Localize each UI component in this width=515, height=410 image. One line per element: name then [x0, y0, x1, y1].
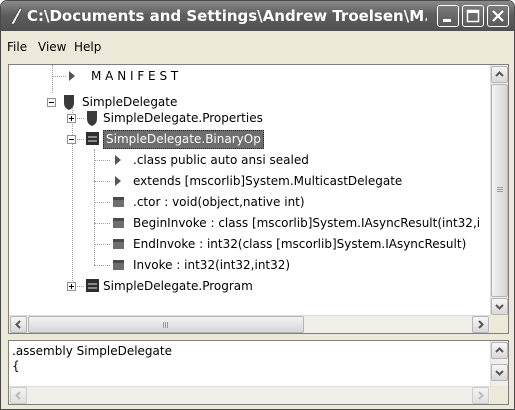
title-bar[interactable]: C:\Documents and Settings\Andrew Troelse… — [1, 1, 514, 31]
tree-node-label: extends [mscorlib]System.MulticastDelega… — [133, 174, 403, 188]
tree-node-class-attrs[interactable]: .class public auto ansi sealed — [9, 150, 489, 170]
info-arrow-icon — [115, 155, 121, 165]
menu-help[interactable]: Help — [74, 40, 101, 54]
manifest-arrow-icon — [69, 71, 75, 81]
scroll-right-button[interactable] — [472, 387, 489, 404]
tree-node-program[interactable]: SimpleDelegate.Program — [9, 276, 489, 296]
scroll-left-button[interactable] — [10, 316, 27, 333]
tree-node-invoke[interactable]: Invoke : int32(int32,int32) — [9, 255, 489, 275]
window-title: C:\Documents and Settings\Andrew Troelse… — [27, 7, 427, 25]
close-icon — [492, 10, 504, 22]
collapse-toggle[interactable] — [47, 98, 56, 107]
maximize-button[interactable] — [462, 5, 484, 27]
chevron-up-icon — [495, 347, 504, 353]
tree-content: M A N I F E S T SimpleDelegate SimpleDel… — [9, 65, 491, 317]
code-vertical-scrollbar[interactable] — [490, 341, 508, 387]
tree-node-label: SimpleDelegate.Program — [103, 279, 253, 293]
tree-node-manifest[interactable]: M A N I F E S T — [9, 66, 489, 86]
chevron-down-icon — [495, 370, 504, 376]
tree-node-endinvoke[interactable]: EndInvoke : int32(class [mscorlib]System… — [9, 234, 489, 254]
scroll-left-button[interactable] — [10, 387, 27, 404]
tree-node-label: .ctor : void(object,native int) — [133, 195, 305, 209]
method-icon — [113, 260, 124, 270]
scroll-down-button[interactable] — [491, 298, 508, 315]
tree-node-label: SimpleDelegate.Properties — [103, 111, 263, 125]
class-icon — [86, 132, 99, 145]
namespace-shield-icon — [87, 111, 97, 126]
expand-toggle[interactable] — [67, 114, 76, 123]
method-icon — [113, 239, 124, 249]
menu-file[interactable]: File — [7, 40, 27, 54]
scroll-thumb[interactable] — [28, 316, 304, 333]
scroll-up-button[interactable] — [491, 342, 508, 359]
tree-node-begininvoke[interactable]: BeginInvoke : class [mscorlib]System.IAs… — [9, 213, 489, 233]
chevron-left-icon — [15, 391, 21, 400]
tree-node-properties[interactable]: SimpleDelegate.Properties — [9, 108, 489, 128]
ildasm-window: C:\Documents and Settings\Andrew Troelse… — [0, 0, 515, 410]
tree-node-label: Invoke : int32(int32,int32) — [133, 258, 291, 272]
close-button[interactable] — [487, 5, 509, 27]
menu-bar: File View Help — [1, 37, 514, 59]
code-line: { — [12, 359, 20, 373]
tree-view[interactable]: M A N I F E S T SimpleDelegate SimpleDel… — [8, 64, 509, 334]
tree-node-extends[interactable]: extends [mscorlib]System.MulticastDelega… — [9, 171, 489, 191]
scroll-down-button[interactable] — [491, 364, 508, 381]
chevron-down-icon — [495, 304, 504, 310]
minimize-icon — [443, 19, 451, 22]
menu-view[interactable]: View — [38, 40, 66, 54]
code-line: .assembly SimpleDelegate — [12, 344, 172, 358]
scroll-right-button[interactable] — [472, 316, 489, 333]
tree-vertical-scrollbar[interactable] — [490, 65, 508, 317]
tree-node-label: .class public auto ansi sealed — [133, 153, 309, 167]
code-horizontal-scrollbar[interactable] — [9, 386, 491, 404]
tree-node-label: BeginInvoke : class [mscorlib]System.IAs… — [133, 216, 481, 230]
tree-node-label: EndInvoke : int32(class [mscorlib]System… — [133, 237, 467, 251]
chevron-up-icon — [495, 71, 504, 77]
chevron-right-icon — [478, 320, 484, 329]
tree-node-label-selected: SimpleDelegate.BinaryOp — [103, 130, 264, 149]
method-icon — [113, 218, 124, 228]
minimize-button[interactable] — [437, 5, 459, 27]
scroll-corner — [490, 315, 508, 333]
scroll-corner — [490, 386, 508, 404]
method-icon — [113, 197, 124, 207]
scroll-thumb[interactable] — [491, 84, 508, 297]
class-icon — [86, 279, 99, 292]
collapse-toggle[interactable] — [67, 135, 76, 144]
tree-node-label: M A N I F E S T — [91, 69, 179, 83]
maximize-icon — [466, 9, 480, 23]
scroll-up-button[interactable] — [491, 66, 508, 83]
tree-horizontal-scrollbar[interactable] — [9, 315, 491, 333]
chevron-left-icon — [15, 320, 21, 329]
info-arrow-icon — [115, 176, 121, 186]
expand-toggle[interactable] — [67, 282, 76, 291]
tree-node-binaryop[interactable]: SimpleDelegate.BinaryOp — [9, 129, 489, 149]
chevron-right-icon — [478, 391, 484, 400]
ildasm-app-icon — [10, 7, 23, 25]
il-code-pane[interactable]: .assembly SimpleDelegate { — [8, 340, 509, 405]
tree-node-ctor[interactable]: .ctor : void(object,native int) — [9, 192, 489, 212]
